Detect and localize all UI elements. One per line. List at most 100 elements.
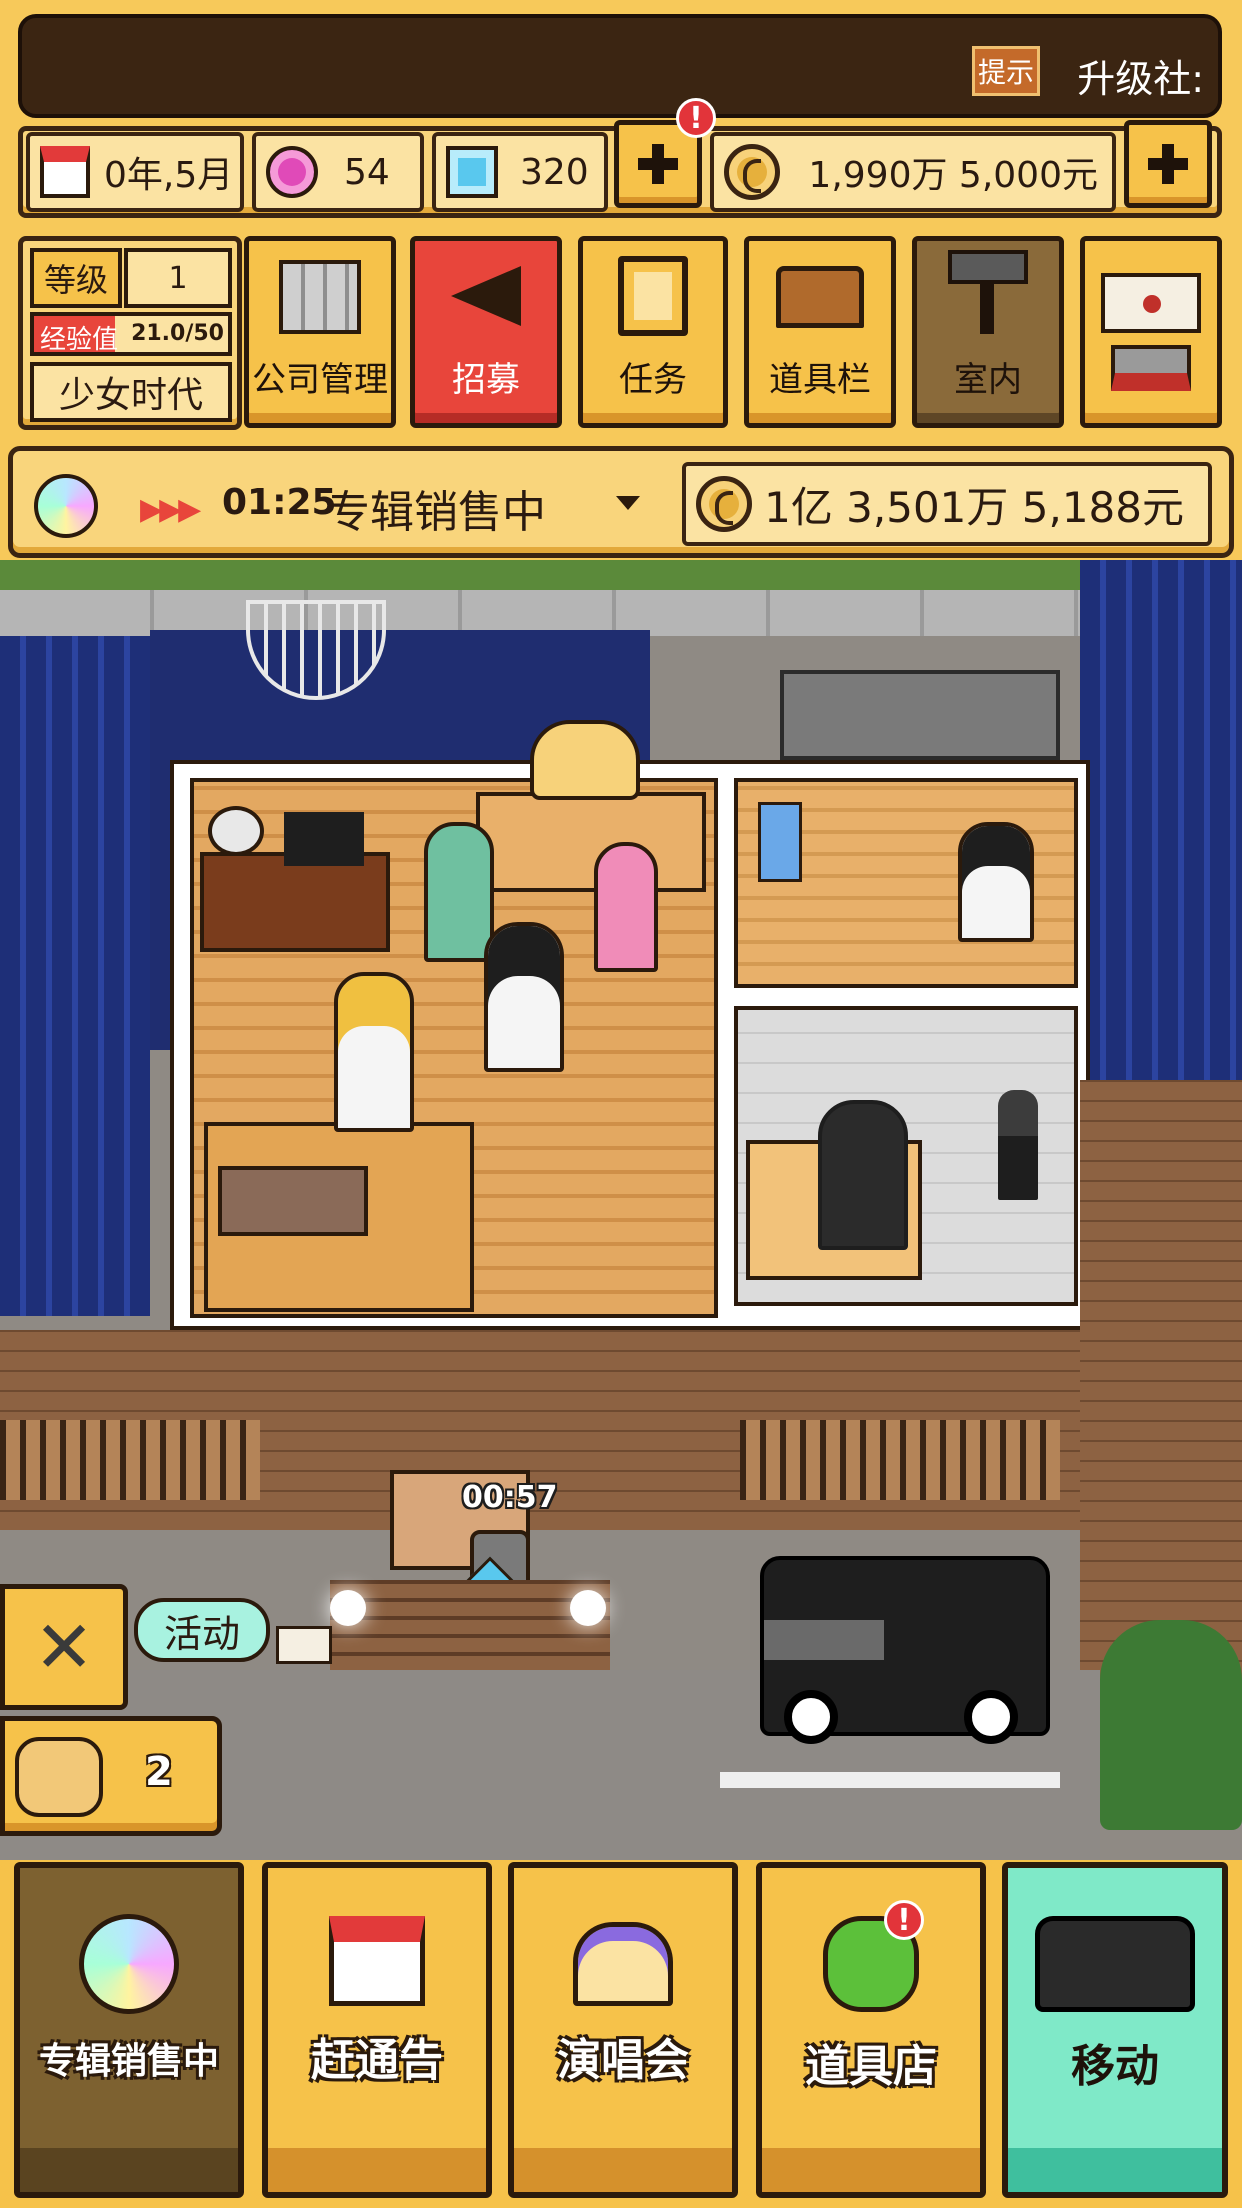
level-label: 等级 (30, 248, 122, 308)
exp-label: 经验值 (40, 325, 119, 355)
member-4[interactable] (334, 972, 414, 1132)
trophy-icon[interactable] (530, 720, 640, 800)
shop-alert-badge: ! (884, 1900, 924, 1940)
quest-button[interactable]: 任务 (578, 236, 728, 428)
lamp-left (330, 1590, 366, 1626)
desk (200, 852, 390, 952)
quest-label: 任务 (619, 360, 687, 400)
window-rails-right (740, 1420, 1060, 1500)
recording-room[interactable] (734, 1006, 1078, 1306)
album-sales-label: 专辑销售中 (38, 2041, 219, 2082)
piggy-bank-icon (15, 1737, 103, 1817)
road-marking (720, 1772, 1060, 1788)
building-icon (279, 260, 361, 334)
coin-icon (724, 144, 780, 200)
album-coin-icon (696, 476, 752, 532)
steps (330, 1580, 610, 1670)
diamond-icon (446, 146, 498, 198)
shop-button[interactable]: 道具店 (756, 1862, 986, 2198)
parked-truck (780, 670, 1060, 760)
album-sales-button[interactable]: 专辑销售中 (14, 1862, 244, 2198)
hedge (0, 560, 1242, 590)
right-brick-building (1080, 1080, 1242, 1700)
dropdown-arrow-icon[interactable] (616, 496, 640, 510)
album-money-text: 1亿 3,501万 5,188元 (764, 482, 1184, 532)
exp-bar: 经验值 21.0/50 (30, 312, 232, 356)
pink-gem-count: 54 (344, 151, 390, 193)
member-3[interactable] (484, 922, 564, 1072)
chest-icon (776, 266, 864, 328)
date-display: 0年,5月 (26, 132, 244, 212)
album-disc-small-icon (34, 474, 98, 538)
game-scene[interactable]: 00:57 (0, 560, 1242, 1860)
move-label: 移动 (1071, 2041, 1159, 2092)
event-button[interactable]: ✕ (0, 1584, 128, 1710)
money-text: 1,990万 5,000元 (808, 155, 1098, 196)
member-1[interactable] (424, 822, 494, 962)
concert-button[interactable]: 演唱会 (508, 1862, 738, 2198)
level-value: 1 (124, 248, 232, 308)
exp-value: 21.0/50 (131, 321, 224, 346)
add-money-button[interactable] (1124, 120, 1212, 208)
ticker-bar: 提示 升级社: (18, 14, 1222, 118)
black-van[interactable] (760, 1556, 1050, 1744)
diamond-display: 320 (432, 132, 608, 212)
mail-envelope-icon[interactable] (276, 1626, 332, 1664)
progress-arrows-icon: ▶▶▶ (140, 492, 201, 527)
ticker-tag-text: 提示 (977, 56, 1034, 89)
van-icon (1035, 1916, 1195, 2012)
level-label-text: 等级 (43, 261, 108, 299)
stage-icon (573, 1922, 673, 2006)
mail-hammer-button[interactable] (1080, 236, 1222, 428)
album-disc-icon (79, 1914, 179, 2014)
megaphone-icon (451, 266, 521, 326)
water-bottles (758, 802, 802, 882)
living-room[interactable] (190, 778, 718, 1318)
mail-icon (1101, 273, 1201, 333)
computer (284, 812, 364, 866)
right-blue-building (1080, 560, 1242, 1080)
money-display: 1,990万 5,000元 (710, 132, 1116, 212)
date-text: 0年,5月 (104, 155, 234, 196)
level-value-text: 1 (168, 260, 188, 296)
trees (1100, 1620, 1242, 1830)
ticker-tag: 提示 (972, 46, 1040, 96)
inventory-label: 道具栏 (769, 360, 871, 400)
diamond-count: 320 (520, 151, 589, 193)
left-blue-building (0, 636, 150, 1316)
gift-count: 2 (145, 1749, 173, 1795)
concert-label: 演唱会 (557, 2035, 689, 2086)
lamp (208, 806, 264, 856)
trainer[interactable] (958, 822, 1034, 942)
album-money-display: 1亿 3,501万 5,188元 (682, 462, 1212, 546)
producer[interactable] (818, 1100, 908, 1250)
group-name-text: 少女时代 (58, 375, 203, 416)
inventory-button[interactable]: 道具栏 (744, 236, 896, 428)
practice-room[interactable] (734, 778, 1078, 988)
pink-gem-display: 54 (252, 132, 424, 212)
pink-gem-icon (266, 146, 318, 198)
member-2[interactable] (594, 842, 658, 972)
group-name[interactable]: 少女时代 (30, 362, 232, 422)
gift-button[interactable]: 2 (0, 1716, 222, 1836)
window-rails-left (0, 1420, 260, 1500)
ticker-text: 升级社: (1077, 57, 1204, 101)
event-label[interactable]: 活动 (134, 1598, 270, 1662)
schedule-label: 赶通告 (311, 2035, 443, 2086)
door-timer: 00:57 (462, 1480, 558, 1515)
recruit-label: 招募 (452, 360, 520, 400)
company-management-label: 公司管理 (252, 360, 388, 400)
company-management-button[interactable]: 公司管理 (244, 236, 396, 428)
activity-text: 专辑销售中 (326, 487, 546, 538)
recruit-button[interactable]: 招募 (410, 236, 562, 428)
alert-badge: ! (676, 98, 716, 138)
calendar-icon (329, 1916, 425, 2006)
move-button[interactable]: 移动 (1002, 1862, 1228, 2198)
interior-button[interactable]: 室内 (912, 236, 1064, 428)
calendar-icon (40, 146, 90, 198)
event-label-text: 活动 (163, 1611, 240, 1656)
lamp-right (570, 1590, 606, 1626)
schedule-button[interactable]: 赶通告 (262, 1862, 492, 2198)
scroll-icon (618, 256, 688, 336)
microphone-icon (998, 1090, 1038, 1200)
